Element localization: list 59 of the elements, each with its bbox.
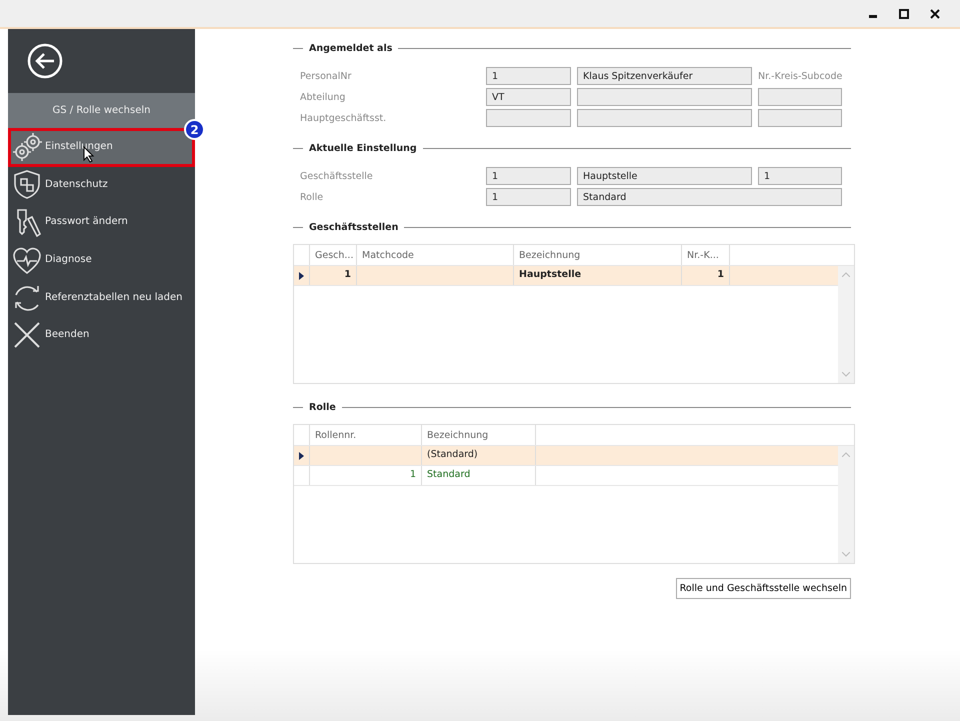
field-label: Abteilung xyxy=(300,92,346,102)
sidebar-item[interactable]: Datenschutz xyxy=(8,166,195,204)
input-field[interactable] xyxy=(758,109,842,127)
table-cell: Standard xyxy=(422,466,536,485)
table-cell: Hauptstelle xyxy=(514,266,682,285)
step-badge: 2 xyxy=(184,119,205,140)
table-row[interactable]: (Standard) xyxy=(294,446,838,466)
back-icon[interactable] xyxy=(27,43,63,79)
column-header[interactable]: Bezeichnung xyxy=(422,425,536,445)
column-header[interactable]: Rollennr. xyxy=(310,425,422,445)
table-cell: 1 xyxy=(682,266,730,285)
section-title: Geschäftsstellen xyxy=(309,222,398,232)
scroll-up-icon[interactable] xyxy=(842,452,850,457)
field-label: Nr.-Kreis-Subcode xyxy=(758,70,842,82)
input-field[interactable] xyxy=(758,88,842,106)
field-label: Rolle xyxy=(300,192,324,202)
column-header[interactable]: Bezeichnung xyxy=(514,245,682,265)
sidebar-item[interactable]: Beenden xyxy=(8,316,195,354)
input-field[interactable]: Klaus Spitzenverkäufer xyxy=(577,67,752,85)
switch-button[interactable]: Rolle und Geschäftsstelle wechseln xyxy=(676,578,851,599)
input-field[interactable] xyxy=(486,109,571,127)
table-cell: (Standard) xyxy=(422,446,536,465)
input-field[interactable]: 1 xyxy=(486,67,571,85)
column-header[interactable]: Matchcode xyxy=(357,245,514,265)
maximize-icon[interactable] xyxy=(899,8,909,18)
input-field[interactable]: 1 xyxy=(758,167,842,185)
section-title: Rolle xyxy=(309,402,336,412)
input-field[interactable]: Hauptstelle xyxy=(577,167,752,185)
scroll-down-icon[interactable] xyxy=(842,552,850,557)
table-cell: 1 xyxy=(310,466,422,485)
table-row[interactable]: 1 Hauptstelle 1 xyxy=(294,266,838,286)
input-field[interactable]: VT xyxy=(486,88,571,106)
scrollbar[interactable] xyxy=(838,446,854,563)
row-pointer-icon xyxy=(299,452,304,460)
table-cell: 1 xyxy=(310,266,357,285)
field-label: Hauptgeschäftsst. xyxy=(300,112,388,124)
column-header[interactable]: Nr.-K... xyxy=(682,245,730,265)
sidebar-item[interactable]: Passwort ändern xyxy=(8,203,195,241)
table-row[interactable]: 1 Standard xyxy=(294,466,838,486)
field-label: Geschäftsstelle xyxy=(300,170,374,182)
input-field[interactable]: 1 xyxy=(486,167,571,185)
field-label: PersonalNr xyxy=(300,70,352,82)
gears-icon xyxy=(12,132,42,162)
input-field[interactable]: Standard xyxy=(577,188,842,206)
column-header[interactable]: Gesch... xyxy=(310,245,357,265)
input-field[interactable] xyxy=(577,109,752,127)
row-pointer-icon xyxy=(299,272,304,280)
input-field[interactable]: 1 xyxy=(486,188,571,206)
input-field[interactable] xyxy=(577,88,752,106)
sidebar-item[interactable]: Diagnose xyxy=(8,240,195,278)
sidebar-item[interactable]: Referenztabellen neu laden xyxy=(8,278,195,316)
scroll-down-icon[interactable] xyxy=(842,372,850,377)
shield-icon xyxy=(12,169,42,200)
scroll-up-icon[interactable] xyxy=(842,272,850,277)
close-icon[interactable] xyxy=(930,8,940,18)
section-title: Angemeldet als xyxy=(309,42,392,54)
cross-icon xyxy=(12,320,42,350)
section-title: Aktuelle Einstellung xyxy=(309,142,417,154)
scrollbar[interactable] xyxy=(838,266,854,383)
